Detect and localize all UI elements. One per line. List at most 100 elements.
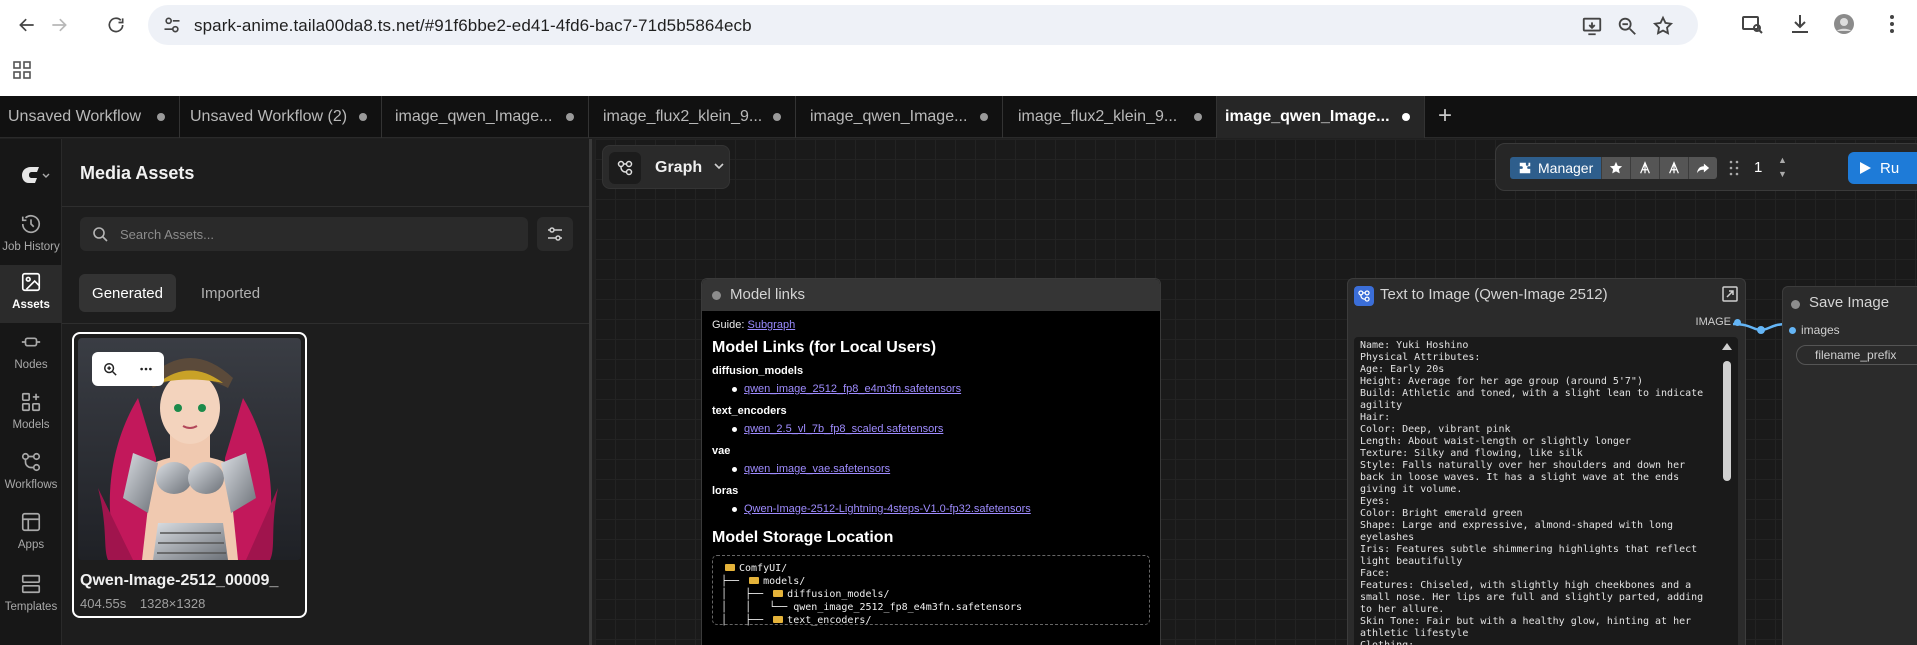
download-icon[interactable]: [1788, 12, 1812, 36]
search-input[interactable]: [120, 217, 520, 251]
zoom-icon[interactable]: [1616, 15, 1638, 37]
prompt-textarea[interactable]: Name: Yuki Hoshino Physical Attributes: …: [1354, 337, 1738, 645]
add-tab-button[interactable]: +: [1432, 104, 1458, 130]
tab-search-icon[interactable]: [1740, 12, 1764, 36]
comfy-logo-icon[interactable]: [19, 163, 51, 187]
scrollbar[interactable]: [1720, 341, 1734, 645]
image-icon: [21, 272, 41, 292]
share-button[interactable]: [1688, 157, 1718, 179]
menu-kebab-icon[interactable]: [1880, 12, 1904, 36]
address-bar[interactable]: spark-anime.taila00da8.ts.net/#91f6bbe2-…: [148, 5, 1698, 45]
sidebar-item-assets[interactable]: Assets: [0, 265, 62, 323]
sidebar-item-label: Apps: [17, 539, 45, 551]
tab-imported[interactable]: Imported: [182, 274, 279, 312]
batch-count-value[interactable]: 1: [1754, 159, 1762, 176]
model-ab-button-2[interactable]: [1659, 157, 1689, 179]
tab-image-qwen-active[interactable]: image_qwen_Image...: [1217, 96, 1425, 138]
run-button[interactable]: Ru: [1848, 152, 1917, 184]
tab-image-qwen-2[interactable]: image_qwen_Image...: [796, 96, 1003, 138]
reload-button[interactable]: [101, 10, 131, 40]
unsaved-dot-icon[interactable]: [1194, 113, 1202, 121]
apps-grid-icon[interactable]: [12, 60, 32, 80]
tab-image-flux2-1[interactable]: image_flux2_klein_9...: [589, 96, 796, 138]
sidebar-item-label: Assets: [12, 299, 50, 311]
collapse-dot-icon[interactable]: [712, 291, 721, 300]
unsaved-dot-icon[interactable]: [773, 113, 781, 121]
model-file-link[interactable]: Qwen-Image-2512-Lightning-4steps-V1.0-fp…: [732, 503, 1150, 515]
forward-button[interactable]: [44, 10, 74, 40]
graph-selector[interactable]: Graph: [602, 145, 730, 189]
prompt-text[interactable]: Name: Yuki Hoshino Physical Attributes: …: [1360, 340, 1712, 645]
save-image-node[interactable]: Save Image images filename_prefix: [1782, 286, 1917, 645]
node-header[interactable]: Text to Image (Qwen-Image 2512): [1348, 279, 1745, 311]
collapse-dot-icon[interactable]: [1791, 300, 1800, 309]
tab-image-qwen-1[interactable]: image_qwen_Image...: [382, 96, 589, 138]
tab-label: image_qwen_Image...: [810, 108, 968, 125]
model-file-link[interactable]: qwen_image_2512_fp8_e4m3fn.safetensors: [732, 383, 1150, 395]
asset-dimensions: 1328×1328: [139, 596, 206, 611]
tree-item: text_encoders/: [787, 615, 872, 626]
node-body: Guide: Subgraph Model Links (for Local U…: [702, 311, 1160, 633]
unsaved-dot-icon[interactable]: [1402, 113, 1410, 121]
asset-thumbnail[interactable]: [78, 338, 301, 560]
model-file-link[interactable]: qwen_image_vae.safetensors: [732, 463, 1150, 475]
model-links-node[interactable]: Model links Guide: Subgraph Model Links …: [701, 278, 1161, 645]
sidebar-item-templates[interactable]: Templates: [0, 567, 62, 625]
tab-label: Unsaved Workflow: [8, 108, 142, 125]
folder-icon: [773, 590, 784, 597]
star-button[interactable]: [1601, 157, 1631, 179]
tab-image-flux2-2[interactable]: image_flux2_klein_9...: [1003, 96, 1217, 138]
increment-icon[interactable]: ▲: [1778, 155, 1790, 165]
more-horizontal-icon[interactable]: [139, 362, 153, 376]
guide-link[interactable]: Subgraph: [747, 319, 795, 331]
model-ab-button-1[interactable]: [1630, 157, 1660, 179]
scroll-up-icon[interactable]: [1722, 343, 1732, 350]
folder-icon: [773, 616, 784, 623]
browser-toolbar: spark-anime.taila00da8.ts.net/#91f6bbe2-…: [0, 0, 1917, 96]
unsaved-dot-icon[interactable]: [157, 113, 165, 121]
profile-avatar-icon[interactable]: [1832, 12, 1856, 36]
zoom-in-icon[interactable]: [103, 362, 117, 376]
sidebar-item-workflows[interactable]: Workflows: [0, 445, 62, 503]
url-text[interactable]: spark-anime.taila00da8.ts.net/#91f6bbe2-…: [194, 16, 752, 36]
tab-unsaved-workflow[interactable]: Unsaved Workflow: [0, 96, 180, 138]
graph-canvas[interactable]: Graph Manager 1 ▲ ▼ Ru Model links Guide…: [595, 139, 1917, 645]
bookmark-star-icon[interactable]: [1652, 15, 1674, 37]
unsaved-dot-icon[interactable]: [980, 113, 988, 121]
sidebar-item-job-history[interactable]: Job History: [0, 207, 62, 265]
manager-group: Manager: [1510, 157, 1718, 179]
back-button[interactable]: [12, 10, 42, 40]
batch-count-stepper[interactable]: 1 ▲ ▼: [1748, 155, 1794, 181]
manager-button[interactable]: Manager: [1510, 157, 1602, 179]
tab-unsaved-workflow-2[interactable]: Unsaved Workflow (2): [180, 96, 382, 138]
model-file-link[interactable]: qwen_2.5_vl_7b_fp8_scaled.safetensors: [732, 423, 1150, 435]
sidebar-item-label: Templates: [4, 601, 58, 613]
install-app-icon[interactable]: [1581, 15, 1603, 37]
sidebar-item-apps[interactable]: Apps: [0, 505, 62, 563]
search-box[interactable]: [80, 217, 528, 251]
graph-label: Graph: [655, 159, 703, 176]
unsaved-dot-icon[interactable]: [566, 113, 574, 121]
sidebar-item-nodes[interactable]: Nodes: [0, 325, 62, 383]
unsaved-dot-icon[interactable]: [359, 113, 367, 121]
decrement-icon[interactable]: ▼: [1778, 169, 1790, 179]
drag-handle-icon[interactable]: [1728, 159, 1740, 177]
subgraph-icon: [1354, 286, 1374, 306]
node-header[interactable]: Model links: [702, 279, 1160, 311]
apps-icon: [21, 512, 41, 532]
group-name: diffusion_models: [712, 365, 804, 377]
tab-label: image_qwen_Image...: [395, 108, 553, 125]
input-port[interactable]: [1789, 327, 1796, 334]
filename-prefix-field[interactable]: filename_prefix: [1796, 345, 1917, 365]
text-to-image-node[interactable]: Text to Image (Qwen-Image 2512) IMAGE Na…: [1347, 278, 1746, 645]
sidebar-item-models[interactable]: Models: [0, 385, 62, 443]
asset-card[interactable]: Qwen-Image-2512_00009_ 404.55s 1328×1328: [72, 332, 307, 618]
site-settings-icon[interactable]: [162, 15, 182, 35]
filter-button[interactable]: [537, 217, 573, 251]
expand-icon[interactable]: [1721, 285, 1739, 303]
tree-item: qwen_image_2512_fp8_e4m3fn.safetensors: [793, 602, 1023, 613]
tab-generated[interactable]: Generated: [79, 274, 176, 312]
scroll-thumb[interactable]: [1723, 361, 1731, 481]
tab-label: image_qwen_Image...: [1225, 108, 1390, 125]
asset-meta: 404.55s 1328×1328: [80, 596, 215, 611]
